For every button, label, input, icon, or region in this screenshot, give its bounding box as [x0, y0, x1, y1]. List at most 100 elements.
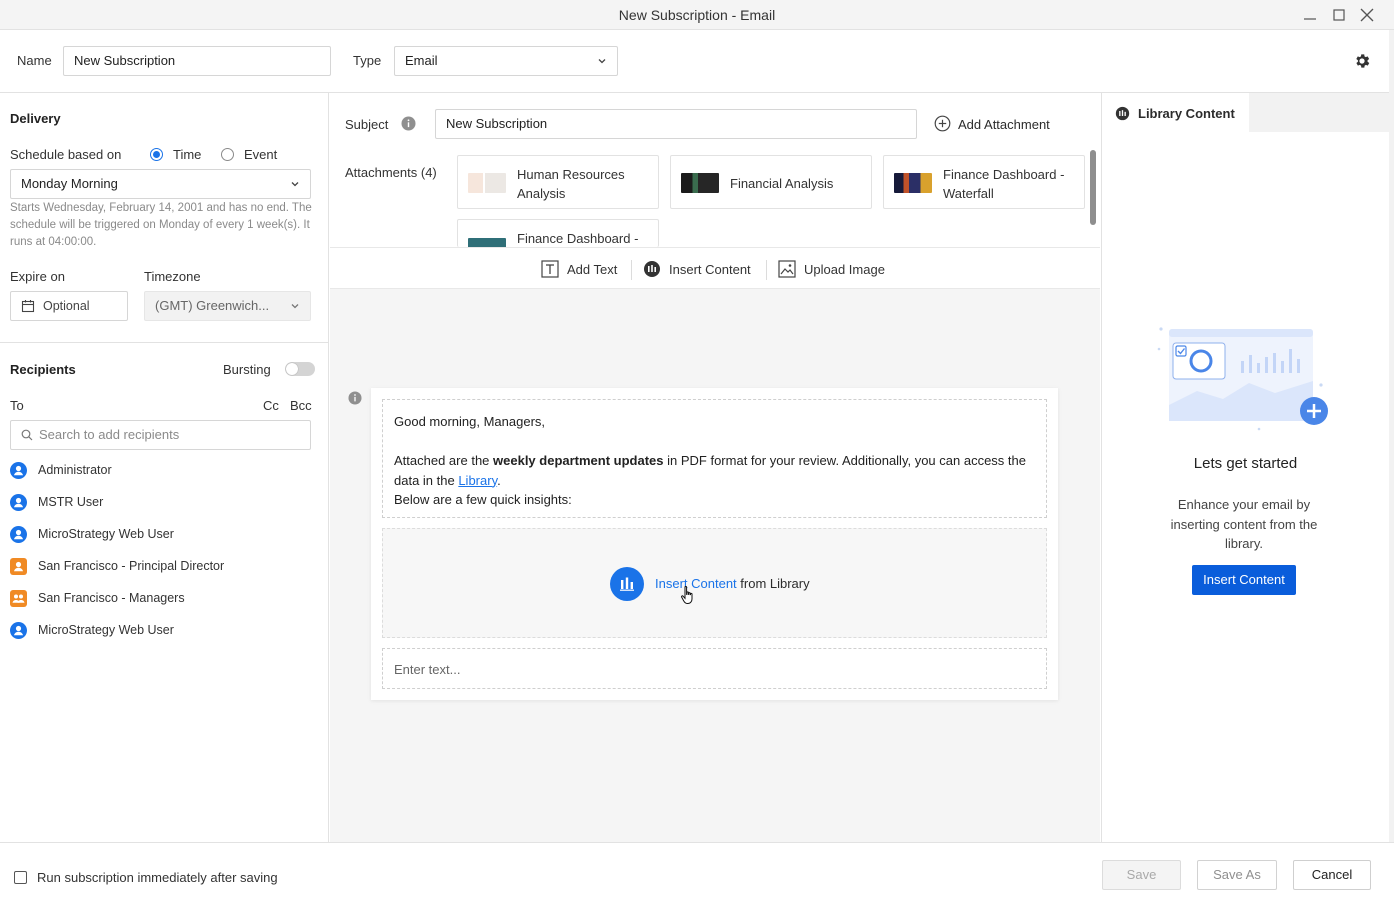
to-label: To: [10, 398, 24, 413]
cc-button[interactable]: Cc: [263, 398, 279, 413]
attachment-thumbnail: [681, 173, 719, 193]
info-icon[interactable]: [401, 116, 416, 131]
recipient-name: San Francisco - Principal Director: [38, 559, 225, 573]
library-heading: Lets get started: [1193, 455, 1298, 472]
schedule-based-on-label: Schedule based on: [10, 147, 122, 162]
insert-content-primary-button[interactable]: Insert Content: [1192, 565, 1296, 595]
attachment-thumbnail: [894, 173, 932, 193]
radio-time-label[interactable]: Time: [173, 147, 201, 162]
left-panel: Delivery Schedule based on Time Event Mo…: [0, 93, 329, 842]
insert-content-placeholder[interactable]: Insert Content from Library: [382, 528, 1047, 638]
maximize-icon[interactable]: [1330, 6, 1348, 24]
attachment-title: Finance Dashboard - Waterfall: [943, 167, 1065, 201]
tab-library-content[interactable]: Library Content: [1102, 93, 1249, 132]
timezone-label: Timezone: [144, 269, 201, 284]
minimize-icon[interactable]: [1301, 6, 1319, 24]
library-insert-icon[interactable]: [610, 567, 644, 601]
add-text-label: Add Text: [567, 262, 618, 277]
title-bar: New Subscription - Email: [0, 0, 1394, 30]
run-immediately-checkbox[interactable]: [14, 871, 27, 884]
recipient-search-placeholder: Search to add recipients: [39, 427, 180, 442]
bursting-toggle[interactable]: [285, 362, 315, 376]
recipient-search-input[interactable]: Search to add recipients: [10, 420, 311, 450]
text-block[interactable]: Good morning, Managers, Attached are the…: [382, 399, 1047, 518]
gear-icon[interactable]: [1353, 52, 1371, 70]
insert-content-text: Insert Content from Library: [655, 576, 810, 591]
subject-input[interactable]: New Subscription: [435, 109, 917, 139]
library-description: Enhance your email by inserting content …: [1170, 497, 1318, 551]
recipient-item[interactable]: MicroStrategy Web User: [10, 524, 310, 544]
window-scrollbar[interactable]: [1389, 30, 1394, 842]
attachment-card[interactable]: Financial Analysis: [670, 155, 872, 209]
type-select-value: Email: [405, 53, 438, 68]
recipient-name: MicroStrategy Web User: [38, 623, 174, 637]
recipient-name: San Francisco - Managers: [38, 591, 185, 605]
contact-group-icon: [10, 590, 27, 607]
recipient-name: MSTR User: [38, 495, 104, 509]
attachment-card[interactable]: Human Resources Analysis: [457, 155, 659, 209]
subscription-header: Name New Subscription Type Email: [0, 30, 1394, 93]
attachment-title: Financial Analysis: [730, 176, 834, 191]
user-icon: [10, 526, 27, 543]
text-input-block[interactable]: Enter text...: [382, 648, 1047, 689]
type-select[interactable]: Email: [394, 46, 618, 76]
library-icon: [1115, 106, 1130, 121]
chevron-down-icon: [291, 182, 299, 187]
expire-on-label: Expire on: [10, 269, 65, 284]
image-icon: [778, 260, 796, 278]
email-editor: Subject New Subscription Add Attachment …: [330, 93, 1100, 842]
attachment-card[interactable]: Finance Dashboard -: [457, 219, 659, 247]
attachment-card[interactable]: Finance Dashboard - Waterfall: [883, 155, 1085, 209]
email-insights-line: Below are a few quick insights:: [394, 492, 572, 507]
bcc-button[interactable]: Bcc: [290, 398, 312, 413]
recipient-item[interactable]: MicroStrategy Web User: [10, 620, 310, 640]
schedule-select-value: Monday Morning: [21, 176, 118, 191]
email-greeting: Good morning, Managers,: [394, 414, 546, 429]
add-attachment-button[interactable]: Add Attachment: [934, 115, 1064, 133]
expire-date-input[interactable]: Optional: [10, 291, 128, 321]
upload-image-button[interactable]: Upload Image: [778, 260, 890, 280]
recipient-item[interactable]: Administrator: [10, 460, 310, 480]
radio-time[interactable]: [150, 148, 163, 161]
contact-icon: [10, 558, 27, 575]
name-input[interactable]: New Subscription: [63, 46, 331, 76]
subject-label: Subject: [345, 117, 389, 132]
editor-toolbar: Add Text Insert Content Upload Image: [330, 247, 1100, 289]
calendar-icon: [21, 300, 35, 313]
timezone-select[interactable]: (GMT) Greenwich...: [144, 291, 311, 321]
recipients-title: Recipients: [10, 362, 76, 377]
add-text-button[interactable]: Add Text: [541, 260, 621, 280]
user-icon: [10, 494, 27, 511]
info-icon[interactable]: [348, 391, 362, 405]
run-immediately-label[interactable]: Run subscription immediately after savin…: [37, 870, 278, 885]
schedule-select[interactable]: Monday Morning: [10, 169, 311, 199]
recipient-item[interactable]: MSTR User: [10, 492, 310, 512]
insert-content-label: Insert Content: [669, 262, 751, 277]
chevron-down-icon: [291, 304, 299, 309]
recipient-item[interactable]: San Francisco - Principal Director: [10, 556, 310, 576]
save-button[interactable]: Save: [1102, 860, 1181, 890]
recipient-name: MicroStrategy Web User: [38, 527, 174, 541]
library-content-panel: Library Content Lets get started Enhance…: [1101, 93, 1389, 842]
add-circle-icon: [934, 115, 951, 132]
user-icon: [10, 462, 27, 479]
recipient-item[interactable]: San Francisco - Managers: [10, 588, 310, 608]
enter-text-placeholder: Enter text...: [394, 662, 461, 677]
attachment-thumbnail: [468, 238, 506, 247]
cancel-button[interactable]: Cancel: [1293, 860, 1371, 890]
radio-event-label[interactable]: Event: [244, 147, 277, 162]
library-link[interactable]: Library: [458, 473, 497, 488]
save-as-button[interactable]: Save As: [1197, 860, 1277, 890]
email-paragraph: Attached are the weekly department updat…: [394, 453, 1026, 488]
add-attachment-label: Add Attachment: [958, 117, 1050, 132]
radio-event[interactable]: [221, 148, 234, 161]
close-icon[interactable]: [1358, 6, 1376, 24]
delivery-title: Delivery: [10, 111, 61, 126]
insert-content-button[interactable]: Insert Content: [643, 260, 755, 280]
attachment-title: Finance Dashboard -: [517, 231, 639, 246]
right-tabbar: Library Content: [1102, 93, 1389, 132]
window-title: New Subscription - Email: [618, 7, 776, 23]
recipient-name: Administrator: [38, 463, 112, 477]
attachments-scrollbar[interactable]: [1090, 150, 1096, 225]
schedule-hint: Starts Wednesday, February 14, 2001 and …: [10, 202, 312, 248]
